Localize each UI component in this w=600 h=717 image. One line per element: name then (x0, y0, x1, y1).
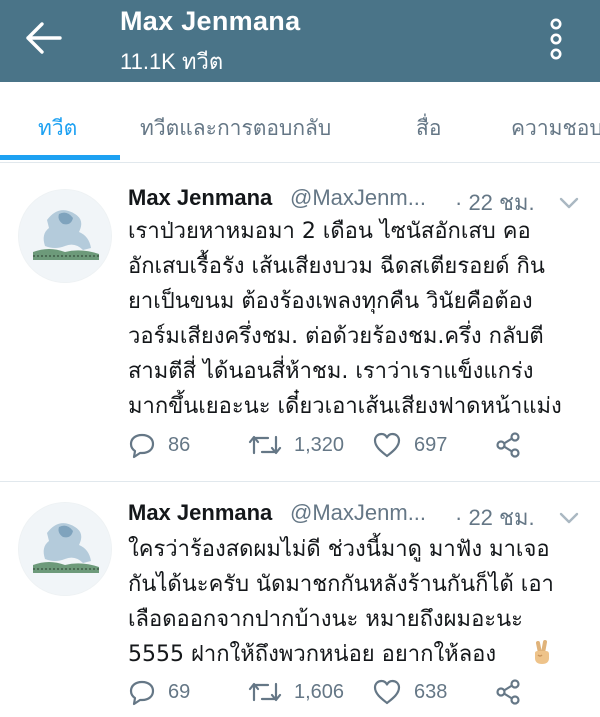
retweet-count: 1,320 (294, 433, 345, 456)
reply-count: 86 (168, 433, 191, 456)
avatar[interactable] (18, 502, 112, 596)
heart-icon (372, 431, 402, 459)
more-options-button[interactable] (544, 14, 568, 64)
retweet-count: 1,606 (294, 680, 345, 703)
back-arrow-icon (26, 22, 62, 54)
tweet-count: 11.1K ทวีต (120, 49, 224, 74)
share-button[interactable] (494, 678, 522, 706)
retweet-button[interactable]: 1,320 (248, 431, 344, 459)
tweet-text-line: สามตีสี่ ได้นอนสี่ห้าชม. เราว่าเราแข็งแก… (128, 359, 534, 384)
tweet-author-name[interactable]: Max Jenmana (128, 500, 272, 526)
like-count: 697 (414, 433, 448, 456)
reply-button[interactable]: 69 (128, 678, 190, 706)
retweet-button[interactable]: 1,606 (248, 678, 344, 706)
reply-count: 69 (168, 680, 191, 703)
tweet-menu-button[interactable] (558, 195, 580, 211)
tweet-timestamp[interactable]: · 22 ชม. (455, 185, 535, 220)
tweet-text-line: กันได้นะครับ นัดมาชกกันหลังร้านกันก็ได้ … (128, 572, 554, 597)
tweet-menu-button[interactable] (558, 510, 580, 526)
tweet-item[interactable]: Max Jenmana @MaxJenm... · 22 ชม. เราป่วย… (0, 163, 600, 481)
tweet-text-line: ยาเป็นขนม ต้องร้องเพลงทุกคืน วินัยคือต้อ… (128, 289, 533, 314)
avatar[interactable] (18, 189, 112, 283)
more-vertical-icon (550, 18, 562, 60)
victory-hand-emoji (530, 640, 554, 666)
reply-icon (128, 678, 156, 706)
profile-tabs: ทวีต ทวีตและการตอบกลับ สื่อ ความชอบ (0, 82, 600, 163)
active-tab-indicator (0, 155, 120, 160)
share-button[interactable] (494, 431, 522, 459)
tweet-text-line: อักเสบเรื้อรัง เส้นเสียงบวม ฉีดสเตียรอยด… (128, 254, 545, 279)
tab-tweets[interactable]: ทวีต (38, 112, 77, 145)
tab-tweets-and-replies[interactable]: ทวีตและการตอบกลับ (140, 112, 331, 145)
tweet-item[interactable]: Max Jenmana @MaxJenm... · 22 ชม. ใครว่าร… (0, 482, 600, 717)
tweet-author-name[interactable]: Max Jenmana (128, 185, 272, 211)
share-icon (494, 678, 522, 706)
tweet-author-handle[interactable]: @MaxJenm... (290, 185, 426, 211)
profile-header: Max Jenmana 11.1K ทวีต (0, 0, 600, 82)
share-icon (494, 431, 522, 459)
tweet-text-line: เลือดออกจากปากบ้างนะ หมายถึงผมอะนะ (128, 607, 523, 632)
tweet-text-line: เราป่วยหาหมอมา 2 เดือน ไซนัสอักเสบ คอ (128, 219, 531, 244)
chevron-down-icon (559, 512, 579, 524)
tweet-author-handle[interactable]: @MaxJenm... (290, 500, 426, 526)
back-button[interactable] (24, 20, 68, 56)
retweet-icon (248, 678, 282, 706)
profile-name: Max Jenmana (120, 6, 301, 36)
retweet-icon (248, 431, 282, 459)
like-button[interactable]: 697 (372, 431, 447, 459)
reply-button[interactable]: 86 (128, 431, 190, 459)
tab-likes[interactable]: ความชอบ (511, 112, 600, 145)
like-button[interactable]: 638 (372, 678, 447, 706)
tweet-text-line: มากขึ้นเยอะนะ เดี๋ยวเอาเส้นเสียงฟาดหน้าแ… (128, 394, 562, 419)
reply-icon (128, 431, 156, 459)
tweet-text-line: 5555 ฝากให้ถึงพวกหน่อย อยากให้ลอง (128, 642, 497, 667)
chevron-down-icon (559, 197, 579, 209)
tab-media[interactable]: สื่อ (416, 112, 441, 145)
heart-icon (372, 678, 402, 706)
tweet-timestamp[interactable]: · 22 ชม. (455, 500, 535, 535)
like-count: 638 (414, 680, 448, 703)
tweet-text-line: ใครว่าร้องสดผมไม่ดี ช่วงนี้มาดู มาฟัง มา… (128, 537, 550, 562)
tweet-text-line: วอร์มเสียงครึ่งชม. ต่อด้วยร้องชม.ครึ่ง ก… (128, 324, 544, 349)
